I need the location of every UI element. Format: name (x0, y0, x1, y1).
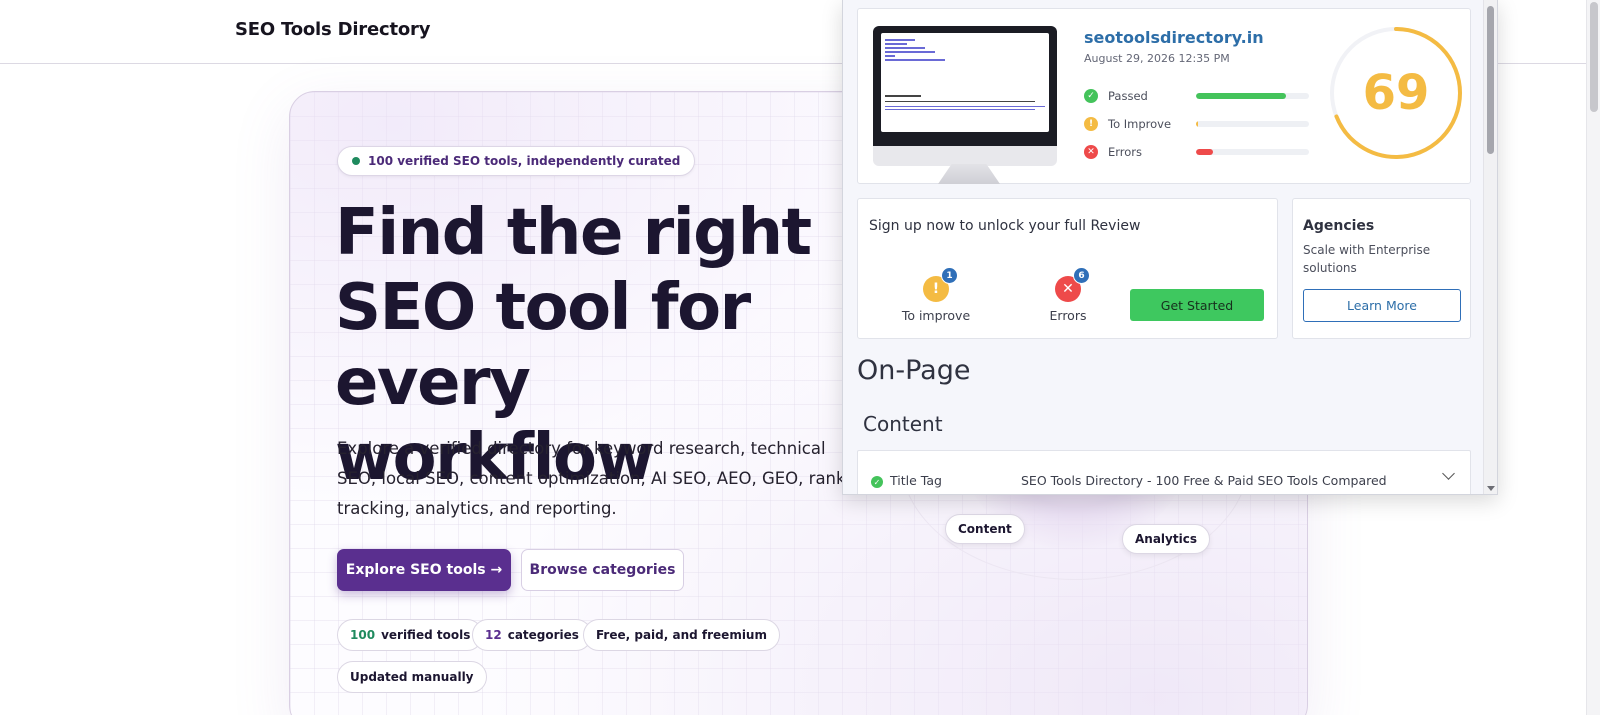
check-circle-icon: ✓ (871, 476, 883, 488)
metric-bar (1195, 121, 1309, 127)
to-improve-count-badge: 1 (941, 267, 958, 284)
content-heading: Content (863, 412, 943, 436)
browse-categories-button[interactable]: Browse categories (521, 549, 684, 591)
agencies-text: Scale with Enterprise solutions (1303, 243, 1431, 275)
seo-review-popup: seotoolsdirectory.in August 29, 2026 12:… (842, 0, 1498, 495)
metric-label: Passed (1108, 89, 1148, 103)
metric-to-improve: ! To Improve (1084, 116, 1309, 132)
errors-label: Errors (1049, 308, 1087, 323)
check-circle-icon: ✓ (1084, 89, 1098, 103)
errors-count-badge: 6 (1073, 267, 1090, 284)
metric-label: To Improve (1108, 117, 1172, 131)
metric-bar (1195, 93, 1309, 99)
site-preview-monitor (873, 26, 1057, 166)
orbit-tag-content: Content (945, 514, 1025, 544)
unlock-title: Sign up now to unlock your full Review (869, 218, 1141, 234)
stat-categories: 12 categories (472, 619, 592, 651)
metric-label: Errors (1108, 145, 1143, 159)
stat-verified-tools: 100 verified tools (337, 619, 484, 651)
stat-number: 12 (485, 628, 502, 642)
brand-logo[interactable]: SEO Tools Directory (235, 19, 430, 40)
verified-badge-label: 100 verified SEO tools, independently cu… (368, 154, 681, 168)
metric-errors: ✕ Errors (1084, 144, 1309, 160)
metric-passed: ✓ Passed (1084, 88, 1309, 104)
page-scrollbar[interactable] (1586, 0, 1600, 715)
agencies-title: Agencies (1303, 218, 1375, 234)
stat-pricing: Free, paid, and freemium (583, 619, 780, 651)
stat-label: categories (507, 628, 579, 642)
stat-number: 100 (350, 628, 376, 642)
status-dot-icon (352, 157, 360, 165)
stat-label: Updated manually (350, 670, 474, 684)
popup-scrollbar-thumb[interactable] (1487, 6, 1494, 154)
explore-seo-tools-button[interactable]: Explore SEO tools → (337, 549, 511, 591)
to-improve-indicator: ! 1 To improve (891, 267, 981, 323)
title-tag-row[interactable]: ✓ Title Tag SEO Tools Directory - 100 Fr… (857, 450, 1471, 494)
popup-scrollbar[interactable] (1483, 0, 1497, 494)
review-date: August 29, 2026 12:35 PM (1084, 52, 1230, 65)
warning-circle-icon: ! (1084, 117, 1098, 131)
monitor-stand (938, 164, 1000, 184)
errors-indicator: ✕ 6 Errors (1023, 267, 1113, 323)
get-started-button[interactable]: Get Started (1130, 289, 1264, 321)
score-value: 69 (1362, 65, 1430, 121)
scroll-down-arrow-icon[interactable] (1487, 486, 1495, 491)
stat-updated: Updated manually (337, 661, 487, 693)
learn-more-button[interactable]: Learn More (1303, 289, 1461, 322)
agencies-card: Agencies Scale with Enterprise solutions… (1292, 198, 1471, 339)
site-url-link[interactable]: seotoolsdirectory.in (1084, 28, 1264, 47)
warning-icon: ! 1 (923, 267, 958, 302)
page-scrollbar-thumb[interactable] (1590, 2, 1598, 112)
site-preview-screenshot (881, 33, 1049, 132)
summary-card: seotoolsdirectory.in August 29, 2026 12:… (857, 8, 1471, 184)
error-circle-icon: ✕ (1084, 145, 1098, 159)
hero-subtitle: Explore a verified directory for keyword… (337, 439, 846, 518)
title-tag-value: SEO Tools Directory - 100 Free & Paid SE… (1021, 473, 1387, 488)
stat-label: Free, paid, and freemium (596, 628, 767, 642)
stat-label: verified tools (381, 628, 471, 642)
verified-badge: 100 verified SEO tools, independently cu… (337, 146, 696, 176)
metric-bar (1195, 149, 1309, 155)
unlock-review-card: Sign up now to unlock your full Review !… (857, 198, 1278, 339)
error-icon: ✕ 6 (1055, 267, 1090, 302)
on-page-heading: On-Page (857, 355, 971, 386)
to-improve-label: To improve (901, 308, 971, 323)
chevron-down-icon[interactable] (1442, 467, 1455, 480)
orbit-tag-analytics: Analytics (1122, 524, 1210, 554)
title-tag-label: Title Tag (890, 473, 942, 488)
